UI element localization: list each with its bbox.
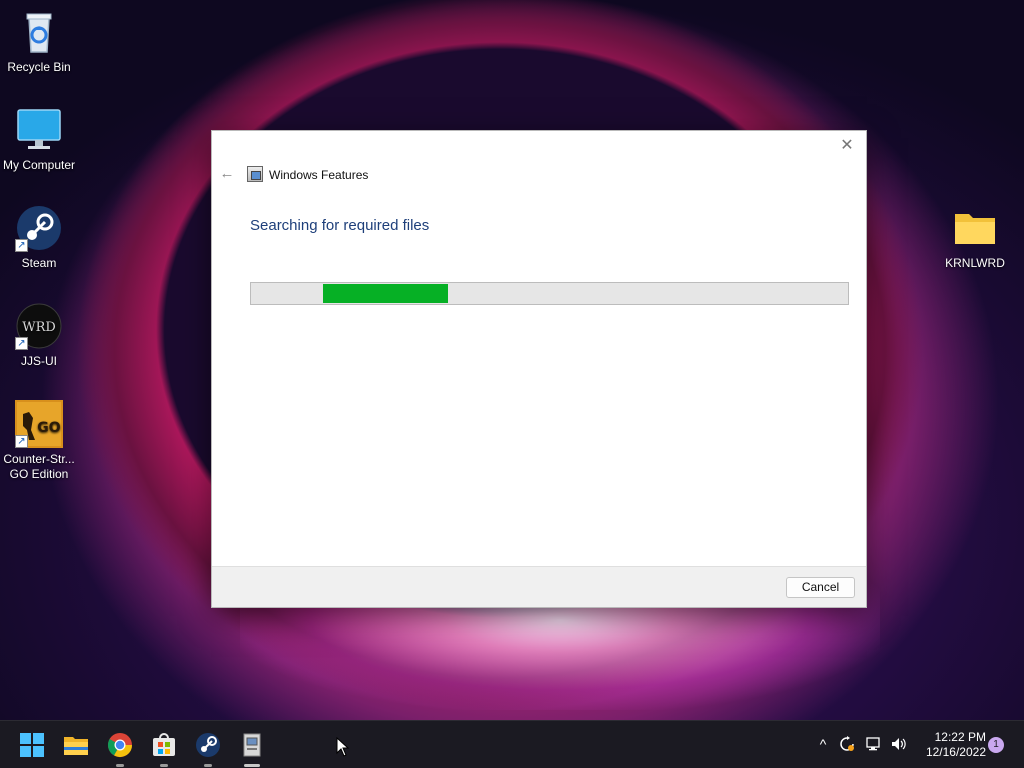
taskbar-chrome[interactable] [104, 729, 136, 767]
taskbar-store[interactable] [148, 729, 180, 767]
monitor-icon [15, 106, 63, 154]
start-button[interactable] [16, 729, 48, 761]
desktop-icon-csgo[interactable]: GO ↗ Counter-Str... GO Edition [0, 400, 78, 482]
progress-bar [250, 282, 849, 305]
desktop-icon-label: Counter-Str... GO Edition [3, 452, 75, 481]
desktop-icon-krnlwrd[interactable]: KRNLWRD [936, 204, 1014, 271]
clock-time: 12:22 PM [934, 730, 986, 744]
desktop-icon-steam[interactable]: ↗ Steam [0, 204, 78, 271]
mouse-cursor-icon [336, 737, 350, 757]
recycle-bin-icon [15, 8, 63, 56]
steam-icon: ↗ [15, 204, 63, 252]
tray-chevron-icon[interactable]: ^ [814, 735, 832, 753]
windows-features-icon [247, 166, 263, 182]
dialog-footer: Cancel [212, 566, 866, 607]
desktop-icon-label: KRNLWRD [945, 256, 1005, 270]
folder-icon [951, 204, 999, 252]
taskbar-clock[interactable]: 12:22 PM 12/16/2022 [914, 730, 986, 760]
cancel-button[interactable]: Cancel [786, 577, 855, 598]
csgo-icon: GO ↗ [15, 400, 63, 448]
wrd-icon: WRD ↗ [15, 302, 63, 350]
windows-features-icon [243, 733, 261, 757]
taskbar-steam[interactable] [192, 729, 224, 767]
steam-icon [196, 733, 220, 757]
svg-text:GO: GO [37, 420, 60, 436]
status-heading: Searching for required files [250, 217, 430, 234]
close-button[interactable]: ✕ [834, 135, 860, 157]
desktop-icon-label: Steam [21, 256, 57, 270]
desktop-icon-my-computer[interactable]: My Computer [0, 106, 78, 173]
back-arrow-icon[interactable]: ← [218, 165, 236, 183]
windows-features-dialog: ✕ ← Windows Features Searching for requi… [211, 130, 867, 608]
notification-badge[interactable]: 1 [988, 737, 1004, 753]
volume-icon[interactable] [890, 735, 908, 753]
desktop-icon-recycle-bin[interactable]: Recycle Bin [0, 8, 78, 75]
desktop-icon-label: My Computer [2, 158, 76, 172]
running-indicator [160, 764, 168, 767]
shortcut-arrow-icon: ↗ [15, 435, 28, 448]
desktop-icon-label: Recycle Bin [7, 60, 71, 74]
clock-date: 12/16/2022 [925, 745, 986, 759]
running-indicator [116, 764, 124, 767]
desktop-icon-jjs-ui[interactable]: WRD ↗ JJS-UI [0, 302, 78, 369]
running-indicator [204, 764, 212, 767]
file-explorer-icon [64, 737, 88, 755]
start-icon [20, 733, 44, 757]
dialog-title: Windows Features [269, 168, 369, 182]
shortcut-arrow-icon: ↗ [15, 239, 28, 252]
svg-text:WRD: WRD [22, 320, 56, 335]
taskbar-windows-features[interactable] [236, 729, 268, 767]
chrome-icon [107, 733, 132, 758]
update-sync-icon[interactable] [838, 735, 856, 753]
store-icon [153, 733, 175, 756]
taskbar-file-explorer[interactable] [60, 729, 92, 761]
desktop-icon-label: JJS-UI [21, 354, 57, 368]
progress-bar-fill [323, 284, 448, 303]
network-icon[interactable] [864, 735, 882, 753]
shortcut-arrow-icon: ↗ [15, 337, 28, 350]
taskbar: ^ 12:22 PM 12/16/2022 1 [0, 720, 1024, 768]
running-indicator [244, 764, 260, 767]
